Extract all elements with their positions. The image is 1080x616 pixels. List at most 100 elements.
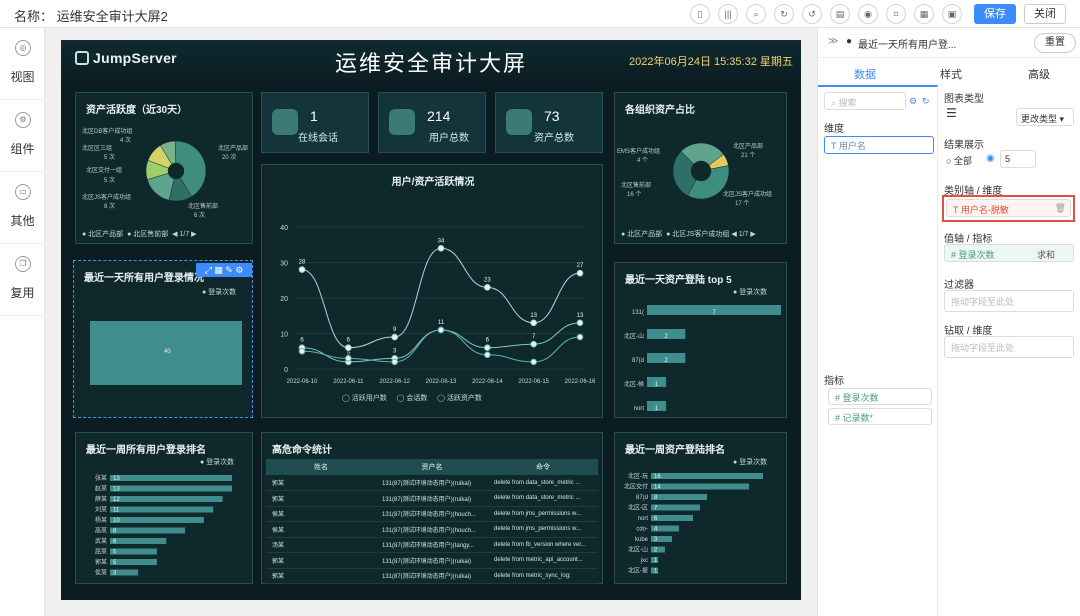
eye-icon[interactable]: ◉ <box>858 4 878 24</box>
page-title: 名称： 运维安全审计大屏2 <box>14 9 168 24</box>
pie-label: 4 次 <box>120 138 132 144</box>
table-header: 姓名 <box>266 459 376 475</box>
table-row[interactable]: 郭某 131(87(测试环境动态用户)(ruikai) delete from da… <box>266 475 598 491</box>
panel-asset-activity[interactable]: 资产活跃度（近30天） 北区DB客户成功组 4 次 北区区三组 5 次 北区交付… <box>75 92 253 244</box>
data-label: 28 <box>299 260 306 266</box>
property-header: ≫ ● 最近一天所有用户登... 重置 <box>818 28 1080 58</box>
metric-field[interactable]: # 记录数* <box>828 408 932 425</box>
search-input[interactable]: ⌕ 搜索 <box>824 92 906 110</box>
data-point <box>298 266 306 273</box>
panel-danger-commands[interactable]: 高危命令统计 姓名 资产名 命令 郭某 131(87(测试环境动态用户)(ruik… <box>261 432 603 584</box>
category-label: 张某 <box>95 474 107 482</box>
pie-label: 20 次 <box>222 155 237 161</box>
radio-all[interactable]: ○ 全部 <box>946 154 972 167</box>
pie-label: EMS客户成功组 <box>617 149 661 155</box>
nav-item-reuse[interactable]: ❐ 复用 <box>0 244 45 316</box>
tab-advanced[interactable]: 高级 <box>1028 66 1050 82</box>
pie-label: 北区区三组 <box>82 146 113 152</box>
widget-toolbar[interactable]: ⤢ ▦ ✎ ⚙ <box>196 263 252 277</box>
prev-page-icon[interactable]: ◀ <box>731 231 736 238</box>
bar-value-label: 12 <box>113 497 120 503</box>
panel-login-day[interactable]: 最近一天所有用户登录情况 ⤢ ▦ ✎ ⚙ ● 登录次数 40 <box>73 260 253 418</box>
nav-item-component[interactable]: ⚙ 组件 <box>0 100 45 172</box>
tab-style[interactable]: 样式 <box>940 66 962 82</box>
legend: ● 北区产品部 ● 北区售前部 ◀ 1/7 ▶ <box>82 231 197 238</box>
nav-item-other[interactable]: ▭ 其他 <box>0 172 45 244</box>
bar <box>110 538 167 544</box>
panel-week-user[interactable]: 最近一周所有用户登录排名 ● 登录次数 张某 13 赵某 13 薛某 12 刘某 11 杨某 10… <box>75 432 253 584</box>
refresh-icon[interactable]: ↻ <box>922 96 930 107</box>
legend-item: 活跃资产数 <box>446 395 482 402</box>
reset-button[interactable]: 重置 <box>1034 33 1076 53</box>
table-row[interactable]: 侯某 131(87(测试环境动态用户)(houch... delete from j… <box>266 521 598 538</box>
component-name: 最近一天所有用户登... <box>858 40 957 51</box>
info-icon: ● <box>846 36 853 47</box>
table-row[interactable]: 郭某 131(87(测试环境动态用户)(ruikai) delete from me… <box>266 552 598 569</box>
value-field[interactable]: # 登录次数 求和 <box>944 244 1074 262</box>
barcode-icon[interactable]: ||| <box>718 4 738 24</box>
bar-chart-week-user: 张某 13赵某 13薛某 12刘某 11杨某 10高某 8武某 6屈某 5郭某 5侯某 3 <box>95 474 232 577</box>
pie-label: 北区产品部 <box>218 146 249 152</box>
settings-icon[interactable]: ⚙ <box>909 96 917 107</box>
category-field[interactable]: T 用户名-脱敏 🗑 <box>946 199 1071 217</box>
kpi-label: 用户总数 <box>429 133 469 144</box>
category-label: 北区-山 <box>624 332 644 340</box>
category-label: 北区-振 <box>628 567 648 575</box>
input-value: 5 <box>1005 154 1011 164</box>
kpi-value: 73 <box>544 108 560 124</box>
undo-icon[interactable]: ↺ <box>802 4 822 24</box>
delete-icon[interactable]: 🗑 <box>1055 203 1066 214</box>
apps-icon[interactable]: ▣ <box>942 4 962 24</box>
kpi-user-count: 214 用户总数 <box>378 92 486 153</box>
save-button[interactable]: 保存 <box>974 4 1016 24</box>
tab-data[interactable]: 数据 <box>854 66 876 82</box>
prev-page-icon[interactable]: ◀ <box>172 231 177 238</box>
panel-org-share[interactable]: 各组织资产占比 EMS客户成功组 4 个 北区产品部 21 个 北区售前部 16… <box>614 92 787 244</box>
dimension-title: 维度 <box>824 124 844 135</box>
grid-icon[interactable]: ▦ <box>914 4 934 24</box>
data-point <box>345 355 352 362</box>
file-icon[interactable]: ▤ <box>830 4 850 24</box>
table-row[interactable]: 郭某 131(87(测试环境动态用户)(ruikai) delete from me… <box>266 568 598 584</box>
dimension-field[interactable]: T 用户名 <box>824 136 934 154</box>
refresh-icon[interactable]: ↻ <box>774 4 794 24</box>
nav-item-view[interactable]: ◎ 视图 <box>0 28 45 100</box>
data-point <box>576 319 584 327</box>
panel-asset-top5[interactable]: 最近一天资产登陆 top 5 ● 登录次数 131(7 北区-山 2 87(d 2 北区-… <box>614 262 787 418</box>
category-label: 刘某 <box>95 506 107 514</box>
zoom-icon[interactable]: ⌕ <box>746 4 766 24</box>
drill-dropzone[interactable]: 拖动字段至此处 <box>944 336 1074 358</box>
result-count-input[interactable]: 5 <box>1000 150 1036 168</box>
bar-chart-icon: ☰ <box>946 106 957 120</box>
legend-item: 活跃用户数 <box>351 395 387 402</box>
data-point <box>345 344 352 351</box>
next-page-icon[interactable]: ▶ <box>750 231 755 238</box>
radio-count[interactable]: ◉ <box>986 153 995 164</box>
line-chart: 0 10 20 30 40 2022-06-10 2022-06-11 2022-06-12 2… <box>280 225 596 385</box>
collapse-icon[interactable]: ≫ <box>828 36 838 47</box>
phone-icon[interactable]: ▯ <box>690 4 710 24</box>
field-label: 登录次数 <box>842 393 879 403</box>
table-cell: 131(87(测试环境动态用户)(tangy... <box>376 537 488 553</box>
metric-field[interactable]: # 登录次数 <box>828 388 932 405</box>
next-page-icon[interactable]: ▶ <box>191 231 196 238</box>
close-button[interactable]: 关闭 <box>1024 4 1066 24</box>
legend: ● 北区产品部 ● 北区JS客户成功组 ◀ 1/7 ▶ <box>621 231 756 238</box>
table-row[interactable]: 汤某 131(87(测试环境动态用户)(tangy... delete from f… <box>266 537 598 553</box>
scan-icon[interactable]: ⌗ <box>886 4 906 24</box>
filter-dropzone[interactable]: 拖动字段至此处 <box>944 290 1074 312</box>
table-cell: 131(87(测试环境动态用户)(ruikai) <box>376 490 488 507</box>
y-tick-label: 20 <box>280 296 288 303</box>
donut-slices <box>672 142 730 200</box>
bar <box>110 506 214 513</box>
panel-activity-line[interactable]: 用户/资产活跃情况 0 10 20 30 40 2022-06-10 2022-06-11 2… <box>261 164 603 418</box>
panel-week-asset[interactable]: 最近一周资产登陆排名 ● 登录次数 北区-玩 16 北区交付 14 87(d 8 北区-区 7… <box>614 432 787 584</box>
value-axis-label: 值轴 / 指标 <box>944 234 993 245</box>
change-type-select[interactable]: 更改类型 ▾ <box>1016 108 1074 126</box>
table-row[interactable]: 侯某 131(87(测试环境动态用户)(houch... delete from j… <box>266 506 598 522</box>
kpi-value: 1 <box>310 108 318 124</box>
legend: ◯ 活跃用户数 ◯ 会话数 ◯ 活跃资产数 <box>342 395 482 402</box>
bar-chart-top5: 131(7北区-山 287(d 2北区-候 1nort 1 <box>624 305 781 412</box>
table-row[interactable]: 郭某 131(87(测试环境动态用户)(ruikai) delete from da… <box>266 490 598 507</box>
field-label: 用户名 <box>838 141 866 151</box>
